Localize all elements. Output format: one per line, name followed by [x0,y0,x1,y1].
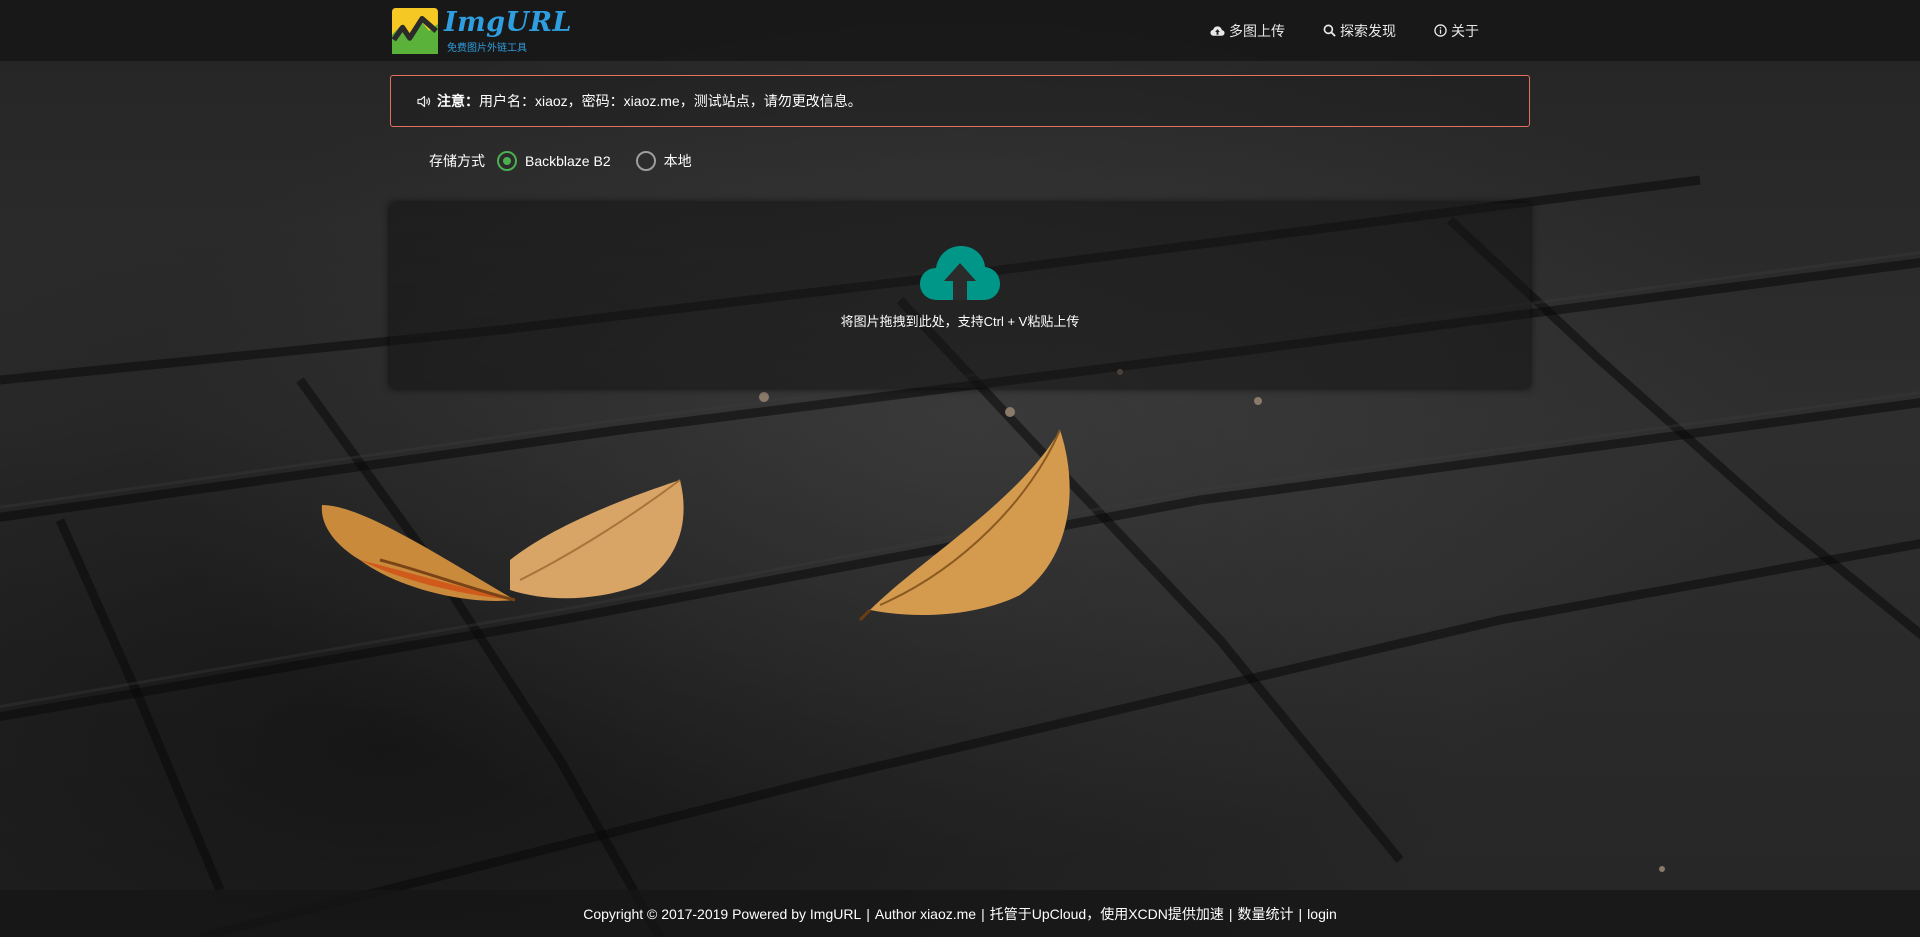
notice-banner: 注意： 用户名：xiaoz，密码：xiaoz.me，测试站点，请勿更改信息。 [390,75,1530,127]
top-header: ImgURL 免费图片外链工具 多图上传 探索发现 关于 [0,0,1920,61]
upload-hint: 将图片拖拽到此处，支持Ctrl + V粘贴上传 [840,314,1080,329]
nav-multi-upload[interactable]: 多图上传 [1210,21,1285,41]
cloud-upload-icon [1210,25,1225,36]
footer-separator: | [866,905,870,922]
radio-checked-icon [497,151,517,171]
nav-multi-upload-label: 多图上传 [1229,22,1285,39]
notice-text: 用户名：xiaoz，密码：xiaoz.me，测试站点，请勿更改信息。 [479,93,862,109]
storage-label: 存储方式 [429,153,485,169]
footer-login-link[interactable]: login [1307,906,1337,922]
radio-unchecked-icon [635,151,656,171]
logo-title: ImgURL [443,7,572,38]
footer-hosting-text: 托管于UpCloud，使用XCDN提供加速 [989,905,1224,922]
logo-mark-icon [392,8,438,54]
storage-option-local[interactable]: 本地 [635,151,692,171]
main-nav: 多图上传 探索发现 关于 [1210,0,1517,61]
nav-about[interactable]: 关于 [1434,21,1479,41]
footer-separator: | [1228,905,1233,922]
logo[interactable]: ImgURL 免费图片外链工具 [392,5,572,57]
footer: Copyright © 2017-2019 Powered by ImgURL … [0,890,1920,937]
storage-selector: 存储方式 Backblaze B2 本地 [429,150,717,172]
logo-subtitle: 免费图片外链工具 [446,43,527,54]
footer-author-prefix: Author [874,905,917,922]
storage-option-backblaze-label: Backblaze B2 [525,153,611,169]
storage-option-backblaze[interactable]: Backblaze B2 [497,151,611,171]
background-photo [0,0,1920,937]
upload-dropzone[interactable]: 将图片拖拽到此处，支持Ctrl + V粘贴上传 [390,203,1530,388]
cloud-upload-icon [920,246,1000,300]
notice-label: 注意： [437,93,479,109]
nav-explore[interactable]: 探索发现 [1323,21,1396,41]
footer-separator: | [1298,905,1303,922]
volume-icon [417,95,431,107]
nav-explore-label: 探索发现 [1340,22,1396,39]
nav-about-label: 关于 [1451,22,1479,39]
footer-author-link[interactable]: xiaoz.me [920,906,976,922]
storage-option-local-label: 本地 [663,153,692,169]
search-icon [1323,24,1336,37]
info-icon [1434,24,1447,37]
footer-stats-link[interactable]: 数量统计 [1238,904,1294,924]
footer-separator: | [981,905,985,922]
footer-copyright: Copyright © 2017-2019 Powered by [583,905,807,922]
footer-imgurl-link[interactable]: ImgURL [810,906,861,922]
